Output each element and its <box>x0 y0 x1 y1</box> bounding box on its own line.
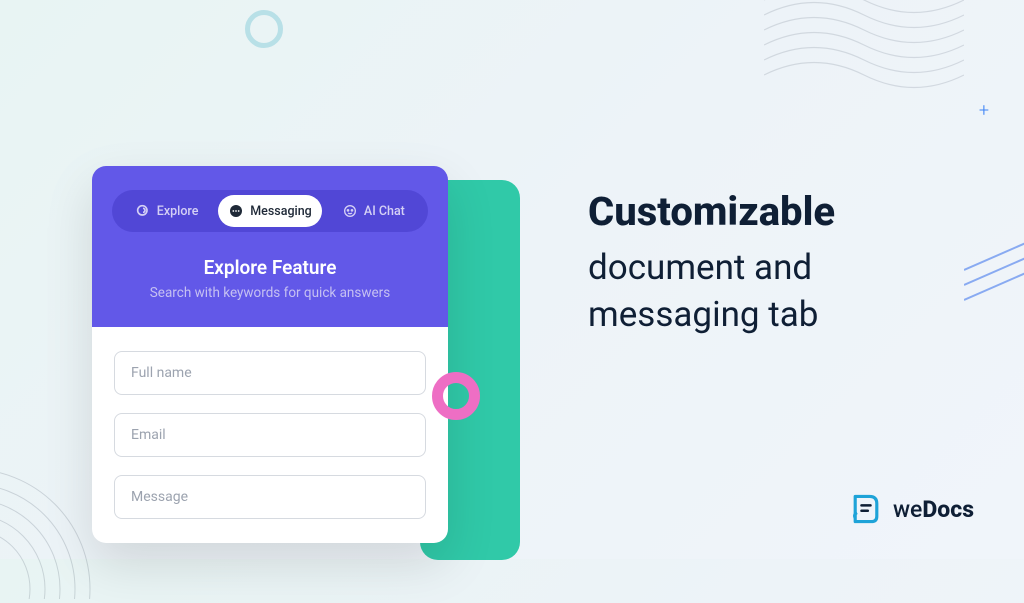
tab-explore[interactable]: Explore <box>117 195 216 227</box>
messaging-icon <box>228 203 244 219</box>
widget-title: Explore Feature <box>112 256 428 279</box>
tab-messaging[interactable]: Messaging <box>218 195 322 227</box>
email-field[interactable] <box>114 413 426 457</box>
widget-form <box>92 327 448 543</box>
message-field[interactable] <box>114 475 426 519</box>
decorative-pink-ring <box>432 372 480 420</box>
widget-header: Explore Messaging <box>92 166 448 327</box>
wedocs-logo-icon <box>848 491 884 527</box>
tab-label: Messaging <box>250 204 312 219</box>
explore-icon <box>135 203 151 219</box>
tab-label: Explore <box>157 204 199 219</box>
hero-heading: Customizable document and messaging tab <box>588 190 988 339</box>
ai-chat-icon <box>342 203 358 219</box>
tab-label: AI Chat <box>364 204 405 219</box>
decorative-circle <box>245 10 283 48</box>
heading-rest: document and messaging tab <box>588 244 988 339</box>
wedocs-logo-text: weDocs <box>893 496 974 523</box>
decorative-plus-icon: + <box>979 100 989 121</box>
wedocs-logo: weDocs <box>848 491 974 527</box>
decorative-wave-lines <box>764 0 964 90</box>
widget-subtitle: Search with keywords for quick answers <box>112 285 428 301</box>
fullname-field[interactable] <box>114 351 426 395</box>
tab-ai-chat[interactable]: AI Chat <box>324 195 423 227</box>
widget-tab-bar: Explore Messaging <box>112 190 428 232</box>
heading-bold: Customizable <box>588 190 988 234</box>
messaging-widget: Explore Messaging <box>92 166 448 543</box>
